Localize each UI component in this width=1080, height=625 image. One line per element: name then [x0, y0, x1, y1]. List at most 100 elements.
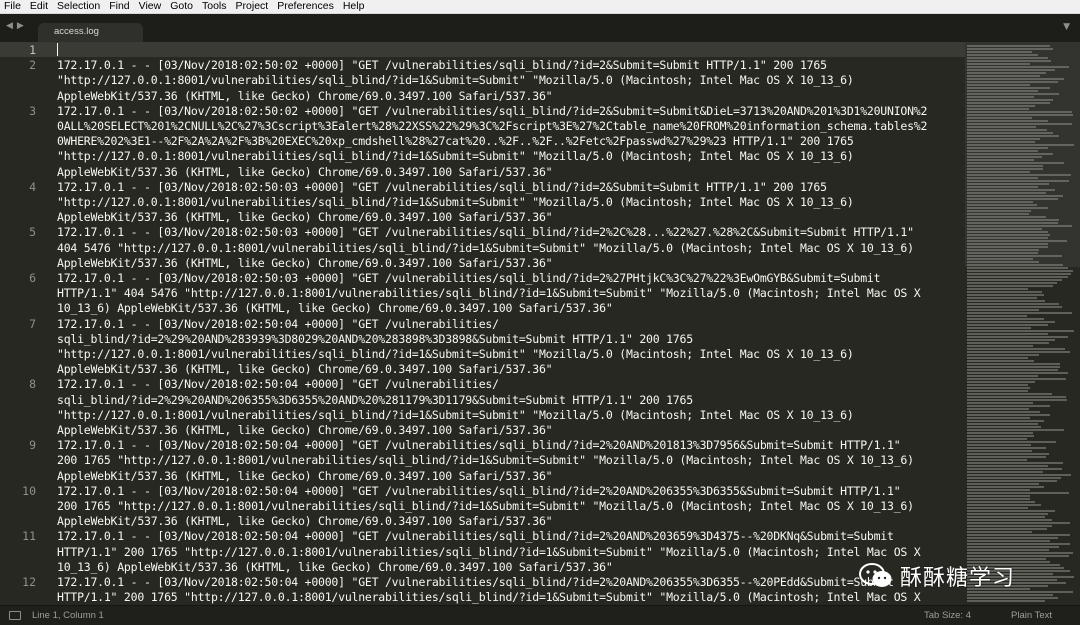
tab-size-selector[interactable]: Tab Size: 4 [924, 610, 971, 621]
menu-view[interactable]: View [135, 0, 167, 13]
minimap-line [967, 372, 1068, 374]
minimap-line [967, 129, 1047, 131]
minimap-line [967, 288, 1028, 290]
minimap-line [967, 150, 1038, 152]
minimap-line [967, 408, 1029, 410]
minimap-line [967, 354, 1039, 356]
wechat-logo-icon [858, 562, 894, 590]
minimap-line [967, 342, 1049, 344]
menu-help[interactable]: Help [339, 0, 370, 13]
tab-dropdown-icon[interactable]: ▼ [1063, 22, 1070, 32]
syntax-selector[interactable]: Plain Text [1011, 610, 1052, 621]
minimap-line [967, 381, 1035, 383]
minimap-line [967, 180, 1069, 182]
minimap-line [967, 423, 1038, 425]
minimap-line [967, 123, 1072, 125]
minimap-line [967, 450, 1032, 452]
minimap-line [967, 348, 1065, 350]
minimap-line [967, 504, 1041, 506]
minimap-line [967, 48, 1053, 50]
minimap-line [967, 159, 1034, 161]
code-line: 0ALL%20SELECT%201%2CNULL%2C%27%3Cscript%… [57, 119, 928, 133]
code-line: 172.17.0.1 - - [03/Nov/2018:02:50:04 +00… [57, 483, 901, 498]
minimap-line [967, 285, 1053, 287]
minimap-line [967, 309, 1039, 311]
minimap-line [967, 393, 1052, 395]
minimap-line [967, 183, 1049, 185]
code-line: 172.17.0.1 - - [03/Nov/2018:02:50:04 +00… [57, 377, 499, 392]
minimap-line [967, 513, 1048, 515]
menu-edit[interactable]: Edit [26, 0, 53, 13]
code-line: "http://127.0.0.1:8001/vulnerabilities/s… [57, 149, 854, 164]
tab-label: access.log [54, 26, 99, 37]
minimap-line [967, 105, 1035, 107]
minimap-line [967, 396, 1066, 398]
minimap-line [967, 171, 1030, 173]
minimap-line [967, 267, 1068, 269]
minimap-line [967, 597, 1058, 599]
minimap-line [967, 264, 1063, 266]
line-number: 3 [29, 103, 36, 118]
code-line: 172.17.0.1 - - [03/Nov/2018:02:50:02 +00… [57, 58, 827, 73]
minimap-line [967, 543, 1070, 545]
minimap[interactable] [965, 42, 1080, 605]
minimap-line [967, 231, 1048, 233]
minimap-line [967, 552, 1073, 554]
menu-tools[interactable]: Tools [198, 0, 232, 13]
minimap-line [967, 132, 1053, 134]
minimap-line [967, 600, 1045, 602]
minimap-line [967, 501, 1035, 503]
code-line: AppleWebKit/537.36 (KHTML, like Gecko) C… [57, 468, 553, 483]
minimap-line [967, 369, 1058, 371]
tab-next-icon[interactable]: ▶ [17, 21, 25, 31]
menu-preferences[interactable]: Preferences [273, 0, 339, 13]
code-line: 172.17.0.1 - - [03/Nov/2018:02:50:04 +00… [57, 316, 499, 331]
line-number: 6 [29, 271, 36, 285]
minimap-line [967, 549, 1049, 551]
menu-project[interactable]: Project [232, 0, 274, 13]
minimap-line [967, 114, 1073, 116]
minimap-line [967, 540, 1050, 542]
menu-find[interactable]: Find [105, 0, 134, 13]
line-number: 8 [29, 377, 36, 392]
minimap-line [967, 84, 1030, 86]
menu-file[interactable]: File [0, 0, 26, 13]
minimap-line [967, 465, 1048, 467]
minimap-line [967, 531, 1032, 533]
minimap-line [967, 300, 1045, 302]
menu-goto[interactable]: Goto [166, 0, 198, 13]
watermark: 酥酥糖学习 [858, 556, 1058, 596]
menu-selection[interactable]: Selection [53, 0, 105, 13]
minimap-line [967, 456, 1046, 458]
tab-access-log[interactable]: access.log [38, 23, 143, 42]
minimap-line [967, 414, 1050, 416]
minimap-line [967, 210, 1031, 212]
minimap-line [967, 447, 1046, 449]
tab-navigation: ◀ ▶ [6, 21, 28, 31]
minimap-line [967, 507, 1028, 509]
code-line: 172.17.0.1 - - [03/Nov/2018:02:50:04 +00… [57, 529, 894, 544]
minimap-line [967, 69, 1055, 71]
minimap-line [967, 480, 1057, 482]
editor-area[interactable]: 1 2 3 4 5 6 7 8 9 10 11 12 172.17.0.1 - - [03/Nov/2… [0, 42, 965, 605]
minimap-line [967, 78, 1064, 80]
minimap-line [967, 375, 1038, 377]
status-bar: Line 1, Column 1 Tab Size: 4 Plain Text [0, 605, 1080, 625]
tab-prev-icon[interactable]: ◀ [6, 21, 14, 31]
minimap-line [967, 108, 1029, 110]
minimap-line [967, 237, 1048, 239]
minimap-line [967, 72, 1046, 74]
minimap-line [967, 141, 1035, 143]
minimap-line [967, 234, 1050, 236]
minimap-line [967, 516, 1045, 518]
minimap-line [967, 186, 1038, 188]
line-number: 12 [22, 575, 36, 589]
minimap-line [967, 135, 1059, 137]
minimap-line [967, 90, 1038, 92]
line-number: 4 [29, 179, 36, 194]
minimap-line [967, 255, 1062, 257]
minimap-line [967, 126, 1036, 128]
minimap-line [967, 81, 1058, 83]
minimap-line [967, 252, 1038, 254]
panel-toggle-icon[interactable] [9, 611, 21, 620]
